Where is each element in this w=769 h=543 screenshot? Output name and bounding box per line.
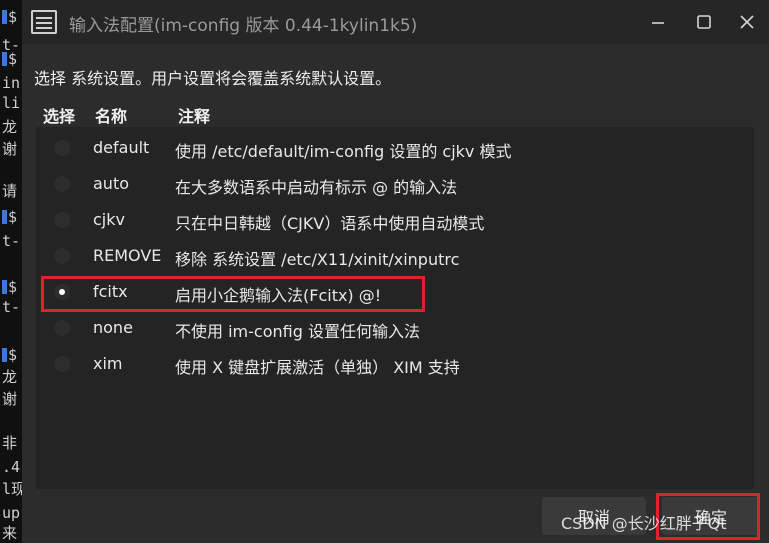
list-row-none[interactable]: none 不使用 im-config 设置任何输入法: [36, 310, 754, 346]
window-title: 输入法配置(im-config 版本 0.44-1kylin1k5): [69, 16, 418, 36]
terminal-line: in: [2, 76, 20, 91]
maximize-icon: [697, 15, 711, 29]
terminal-cursor: [2, 348, 7, 362]
cancel-button[interactable]: 取消: [542, 497, 646, 535]
terminal-text: 请: [2, 182, 18, 200]
terminal-text: up: [2, 504, 21, 522]
column-header-select[interactable]: 选择: [43, 103, 75, 127]
terminal-text: .4: [2, 458, 21, 476]
terminal-line: 非: [2, 436, 17, 451]
input-method-list: default 使用 /etc/default/im-config 设置的 cjk…: [36, 127, 754, 489]
terminal-text: 谢: [2, 140, 18, 158]
row-name: xim: [93, 354, 123, 373]
terminal-text: 谢: [2, 390, 18, 408]
maximize-button[interactable]: [690, 8, 718, 36]
row-note: 使用 X 键盘扩展激活（单独） XIM 支持: [175, 358, 460, 377]
terminal-text: 龙: [2, 118, 18, 136]
terminal-text: $: [8, 278, 18, 296]
list-row-fcitx[interactable]: fcitx 启用小企鹅输入法(Fcitx) @!: [36, 274, 754, 310]
terminal-line: 龙: [2, 370, 17, 385]
radio-button[interactable]: [54, 248, 70, 264]
terminal-line: $: [2, 52, 17, 67]
close-icon: [740, 15, 754, 29]
terminal-cursor: [2, 280, 7, 294]
terminal-text: $: [8, 346, 18, 364]
radio-button[interactable]: [54, 212, 70, 228]
terminal-line: $: [2, 280, 17, 295]
radio-button[interactable]: [54, 140, 70, 156]
list-row-remove[interactable]: REMOVE 移除 系统设置 /etc/X11/xinit/xinputrc: [36, 238, 754, 274]
column-header-note[interactable]: 注释: [178, 103, 210, 127]
terminal-line: 谢: [2, 142, 17, 157]
radio-button[interactable]: [54, 320, 70, 336]
terminal-line: up: [2, 506, 20, 521]
list-header: 选择 名称 注释: [22, 100, 769, 126]
row-name: cjkv: [93, 210, 125, 229]
terminal-line: $: [2, 10, 17, 25]
terminal-text: $: [8, 208, 18, 226]
row-name: fcitx: [93, 282, 128, 301]
terminal-line: $: [2, 348, 17, 363]
list-window-icon: [31, 10, 57, 34]
list-row-xim[interactable]: xim 使用 X 键盘扩展激活（单独） XIM 支持: [36, 346, 754, 382]
terminal-text: t-: [2, 298, 21, 316]
terminal-line: 谢: [2, 392, 17, 407]
terminal-line: $: [2, 210, 17, 225]
terminal-text: 非: [2, 434, 18, 452]
minimize-icon: [652, 22, 664, 24]
ok-button[interactable]: 确定: [662, 497, 760, 535]
terminal-line: 来: [2, 526, 17, 541]
terminal-line: 龙: [2, 120, 17, 135]
terminal-text: 来: [2, 524, 18, 542]
row-note: 启用小企鹅输入法(Fcitx) @!: [175, 286, 382, 305]
row-note: 使用 /etc/default/im-config 设置的 cjkv 模式: [175, 142, 512, 161]
terminal-line: t-: [2, 300, 20, 315]
list-row-cjkv[interactable]: cjkv 只在中日韩越（CJKV）语系中使用自动模式: [36, 202, 754, 238]
close-button[interactable]: [733, 8, 761, 36]
list-row-default[interactable]: default 使用 /etc/default/im-config 设置的 cjk…: [36, 130, 754, 166]
terminal-line: .4: [2, 460, 20, 475]
terminal-line: 请: [2, 184, 17, 199]
terminal-text: li: [2, 94, 21, 112]
terminal-text: $: [8, 50, 18, 68]
terminal-cursor: [2, 210, 7, 224]
row-note: 移除 系统设置 /etc/X11/xinit/xinputrc: [175, 250, 460, 269]
terminal-line: li: [2, 96, 20, 111]
terminal-text: $: [8, 8, 18, 26]
radio-button[interactable]: [54, 356, 70, 372]
instruction-text: 选择 系统设置。用户设置将会覆盖系统默认设置。: [34, 69, 392, 88]
im-config-dialog: 输入法配置(im-config 版本 0.44-1kylin1k5) 选择 系统…: [22, 0, 769, 543]
terminal-text: in: [2, 74, 21, 92]
terminal-cursor: [2, 10, 7, 24]
terminal-cursor: [2, 52, 7, 66]
minimize-button[interactable]: [644, 8, 672, 36]
radio-button[interactable]: [54, 284, 70, 300]
terminal-text: t-: [2, 232, 21, 250]
row-note: 在大多数语系中启动有标示 @ 的输入法: [175, 178, 458, 197]
row-note: 只在中日韩越（CJKV）语系中使用自动模式: [175, 214, 485, 233]
title-bar: 输入法配置(im-config 版本 0.44-1kylin1k5): [22, 0, 769, 44]
terminal-text: 龙: [2, 368, 18, 386]
list-row-auto[interactable]: auto 在大多数语系中启动有标示 @ 的输入法: [36, 166, 754, 202]
row-name: none: [93, 318, 133, 337]
row-name: auto: [93, 174, 130, 193]
row-name: default: [93, 138, 150, 157]
row-note: 不使用 im-config 设置任何输入法: [175, 322, 420, 341]
terminal-line: t-: [2, 234, 20, 249]
column-header-name[interactable]: 名称: [95, 103, 127, 127]
row-name: REMOVE: [93, 246, 162, 265]
radio-button[interactable]: [54, 176, 70, 192]
